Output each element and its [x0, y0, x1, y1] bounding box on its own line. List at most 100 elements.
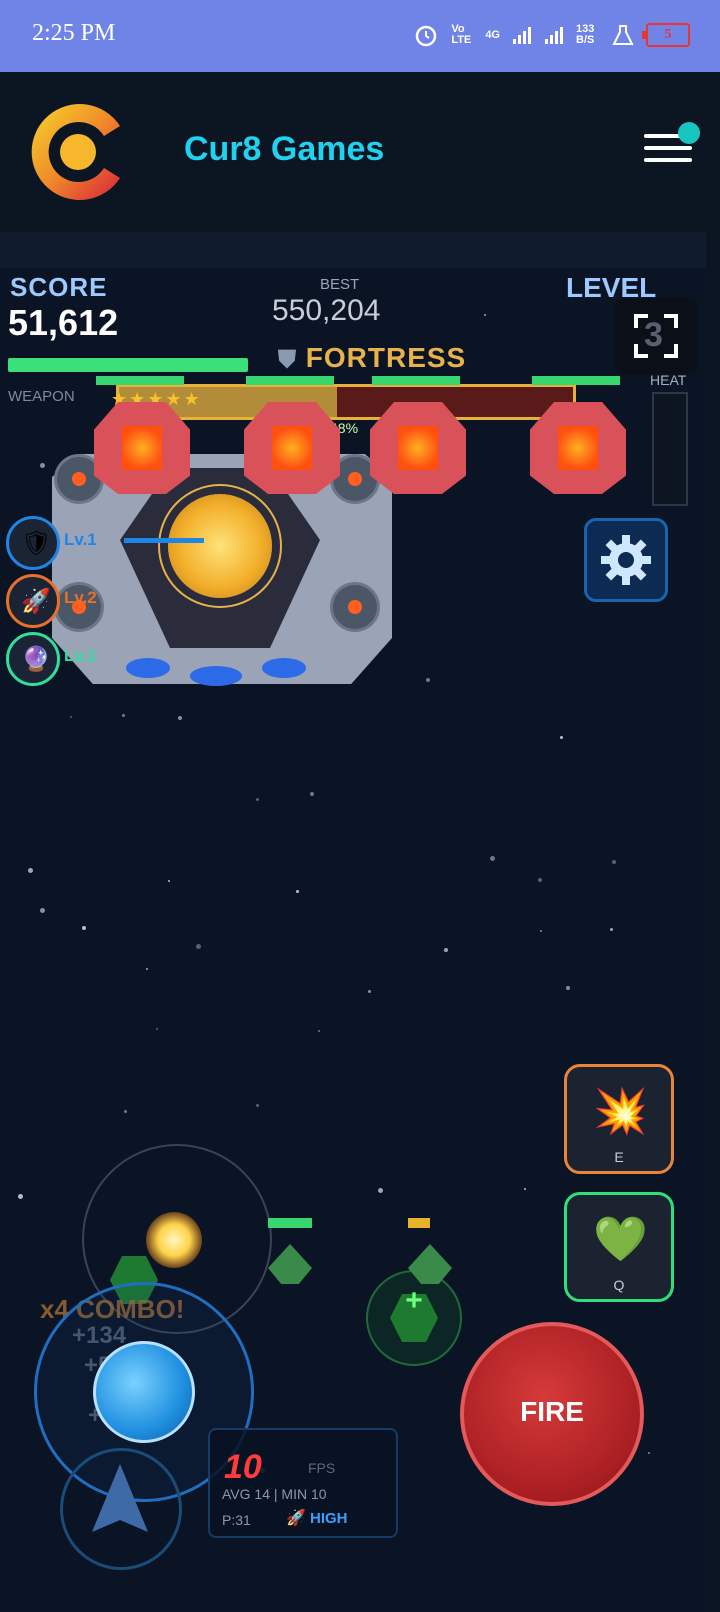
status-time: 2:25 PM	[32, 20, 116, 46]
heat-label: HEAT	[650, 372, 687, 388]
player-health-bar	[8, 358, 248, 372]
boss-name: ⛊ FORTRESS	[278, 342, 466, 374]
green-heart-icon: 💚	[593, 1215, 648, 1264]
star	[296, 890, 299, 893]
star	[484, 314, 486, 316]
thruster	[262, 658, 306, 678]
star	[70, 716, 72, 718]
star	[540, 930, 542, 932]
star	[256, 1104, 259, 1107]
gear-icon	[601, 535, 651, 585]
enemy-health-bar	[408, 1218, 430, 1228]
star	[566, 986, 570, 990]
star	[560, 736, 563, 739]
star	[178, 716, 182, 720]
star	[122, 714, 125, 717]
alarm-icon	[416, 25, 437, 47]
star	[378, 1188, 383, 1193]
best-label: BEST	[320, 276, 360, 293]
score-label: SCORE	[10, 272, 108, 302]
particle-count: P:31	[222, 1512, 251, 1528]
powerup-rocket-level: Lv.2	[64, 588, 97, 607]
powerup-shield: 🛡	[6, 516, 60, 570]
turret-health-bar	[532, 376, 620, 385]
fortress-core-orb	[168, 494, 272, 598]
star	[648, 1452, 650, 1454]
weapon-label: WEAPON	[8, 388, 75, 405]
plus-icon: +	[405, 1284, 423, 1317]
battery-indicator: 5	[642, 23, 690, 47]
turret-health-bar	[372, 376, 460, 385]
volte-text: Vo LTE	[451, 23, 472, 46]
star	[146, 968, 148, 970]
hamburger-menu-icon[interactable]	[644, 122, 700, 170]
enemy-ship[interactable]	[268, 1244, 312, 1284]
thruster	[126, 658, 170, 678]
boss-name-text: FORTRESS	[305, 342, 467, 373]
boss-turret[interactable]	[530, 402, 626, 494]
side-gun	[330, 582, 380, 632]
star	[196, 944, 201, 949]
shield-icon: 🛡	[21, 530, 52, 557]
star	[168, 880, 170, 882]
score-value: 51,612	[8, 302, 119, 343]
level-value: 3	[644, 316, 663, 354]
star	[612, 860, 616, 864]
data-rate-text: 133 B/S	[576, 23, 595, 46]
fire-button[interactable]: FIRE	[460, 1322, 644, 1506]
game-canvas[interactable]: SCORE 51,612 BEST 550,204 LEVEL 3 WEAPON…	[0, 268, 706, 1612]
cur8-logo-icon[interactable]	[24, 96, 132, 206]
star	[610, 928, 613, 931]
fire-label: FIRE	[520, 1396, 584, 1427]
rocket-icon: 🚀	[286, 1510, 306, 1527]
powerup-orb: 🔮	[6, 632, 60, 686]
heal-key-label: Q	[613, 1277, 625, 1293]
star	[368, 990, 371, 993]
rocket-icon: 🚀	[21, 588, 51, 615]
star	[82, 926, 86, 930]
star	[524, 1188, 526, 1190]
fps-label: FPS	[308, 1460, 336, 1476]
powerup-orb-level: Lv.1	[64, 646, 97, 665]
joystick-knob[interactable]	[93, 1341, 195, 1443]
star	[256, 798, 259, 801]
status-icons: Vo LTE 4G 133 B/S 5	[413, 22, 690, 48]
star	[426, 678, 430, 682]
game-frame-edge	[706, 232, 720, 1612]
bomb-ability-button[interactable]: 💥 E	[564, 1064, 674, 1174]
bomb-key-label: E	[614, 1149, 624, 1165]
app-title[interactable]: Cur8 Games	[184, 130, 384, 169]
powerup-shield-level: Lv.1	[64, 530, 97, 549]
crystal-ball-icon: 🔮	[21, 646, 51, 673]
star	[156, 1028, 158, 1030]
heal-pickup[interactable]: +	[366, 1270, 462, 1366]
heal-ability-button[interactable]: 💚 Q	[564, 1192, 674, 1302]
signal-icon-1	[513, 27, 531, 44]
settings-button[interactable]	[584, 518, 668, 602]
thruster	[190, 666, 242, 686]
star	[444, 948, 448, 952]
boss-turret[interactable]	[94, 402, 190, 494]
enemy-health-bar	[268, 1218, 312, 1228]
best-value: 550,204	[272, 294, 381, 327]
app-bar: Cur8 Games	[0, 72, 720, 233]
powerup-rocket: 🚀	[6, 574, 60, 628]
star	[40, 463, 45, 468]
network-text: 4G	[485, 29, 500, 41]
star	[124, 1110, 127, 1113]
explosion-icon: 💥	[593, 1087, 648, 1136]
turret-health-bar	[96, 376, 184, 385]
star	[40, 908, 45, 913]
star	[538, 878, 542, 882]
fullscreen-button[interactable]: 3	[614, 298, 698, 374]
boss-turret[interactable]	[370, 402, 466, 494]
boss-turret[interactable]	[244, 402, 340, 494]
turret-health-bar	[246, 376, 334, 385]
star	[28, 868, 33, 873]
star	[310, 792, 314, 796]
star	[490, 856, 495, 861]
star	[318, 1030, 320, 1032]
heat-meter	[652, 392, 688, 506]
quality-value: HIGH	[310, 1510, 348, 1527]
fps-panel: 10 FPS AVG 14 | MIN 10 P:31 🚀 HIGH	[208, 1428, 398, 1538]
